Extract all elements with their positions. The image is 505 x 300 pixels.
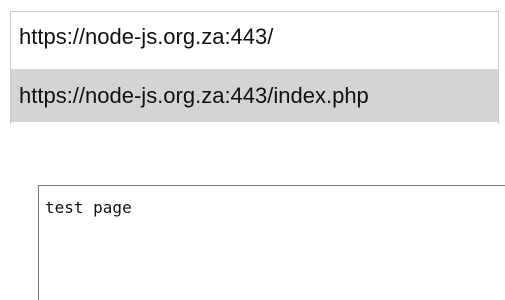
url-input[interactable] [10, 11, 499, 61]
autocomplete-option[interactable]: https://node-js.org.za:443/index.php [11, 69, 498, 122]
page-content-textarea[interactable]: test page [38, 185, 505, 300]
page: https://node-js.org.za:443/index.php tes… [0, 0, 505, 300]
autocomplete-list: https://node-js.org.za:443/index.php [10, 61, 499, 124]
